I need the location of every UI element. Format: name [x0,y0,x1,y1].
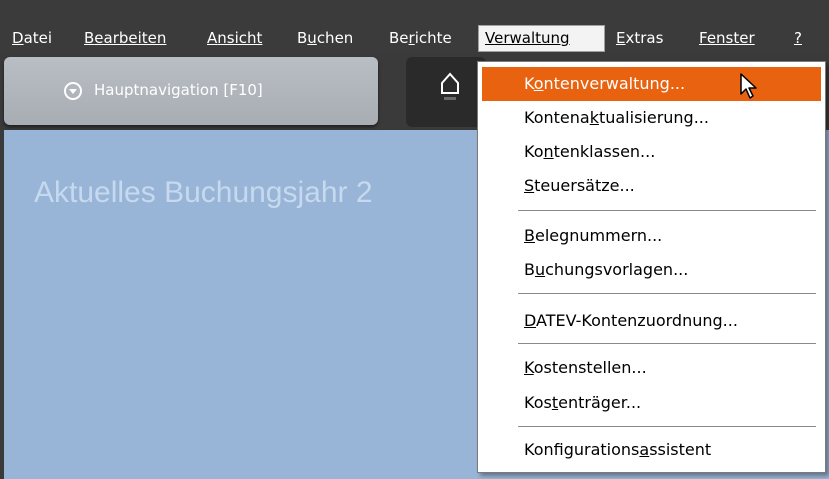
mi-label: teuersätze... [534,176,635,195]
mi-pre: Kontena [524,108,590,127]
mi-label: ATEV-Kontenzuordnung... [536,311,738,330]
menu-extras[interactable]: Extras [610,26,669,50]
menu-bearbeiten-accel: B [84,29,95,47]
menu-datei[interactable]: Datei [6,26,58,50]
menu-item-kostentraeger[interactable]: Kostenträger... [482,386,821,420]
menu-fenster[interactable]: Fenster [693,26,761,50]
menu-verwaltung[interactable]: Verwaltung [478,25,605,52]
mouse-cursor-icon [740,73,757,99]
menu-fenster-label: enster [706,29,755,47]
menu-buchen[interactable]: Buchen [291,26,359,50]
menu-separator [518,343,816,344]
mi-accel: n [543,142,554,161]
menu-berichte[interactable]: Berichte [383,26,458,50]
menu-buchen-accel: u [307,29,317,47]
menu-item-buchungsvorlagen[interactable]: Buchungsvorlagen... [482,253,821,287]
menu-buchen-label: chen [316,29,354,47]
menu-buchen-pre: B [297,29,308,47]
menu-item-belegnummern[interactable]: Belegnummern... [482,219,821,253]
menu-berichte-label: ichte [414,29,452,47]
menu-ansicht[interactable]: Ansicht [201,26,268,50]
mi-accel: a [639,440,650,459]
menu-separator [518,293,816,294]
menu-item-steuersaetze[interactable]: Steuersätze... [482,169,821,203]
mi-label: tualisierung... [598,108,709,127]
menu-datei-accel: D [12,29,24,47]
mi-accel: B [524,226,535,245]
menu-ansicht-accel: A [207,29,218,47]
menu-bar: Datei Bearbeiten Ansicht Buchen Berichte… [0,0,829,52]
mi-accel: o [533,74,544,93]
tab-hauptnavigation[interactable]: Hauptnavigation [F10] [4,57,378,125]
menu-bearbeiten[interactable]: Bearbeiten [78,26,172,50]
mi-label: ssistent [649,440,712,459]
menu-datei-label: atei [23,29,53,47]
mi-label: tenklassen... [553,142,656,161]
menu-bearbeiten-label: earbeiten [94,29,167,47]
mi-pre: Kos [524,393,552,412]
mi-label: ntenverwaltung... [543,74,686,93]
mi-accel: K [524,358,534,377]
mi-pre: B [524,260,535,279]
menu-verwaltung-accel: V [485,29,495,47]
dropdown-verwaltung: Kontenverwaltung... Kontenaktualisierung… [477,61,826,473]
menu-item-kostenstellen[interactable]: Kostenstellen... [482,351,821,385]
menu-berichte-pre: Be [389,29,409,47]
menu-extras-label: xtras [625,29,664,47]
mi-pre: K [524,74,534,93]
page-title: Aktuelles Buchungsjahr 2 [34,176,373,209]
menu-help-accel: ? [794,29,802,47]
mi-label: ostenstellen... [533,358,647,377]
menu-fenster-accel: F [699,29,707,47]
mi-accel: u [534,260,546,279]
mi-accel: S [524,176,535,195]
mi-accel: k [589,108,599,127]
mi-label: elegnummern... [534,226,663,245]
house-icon [441,72,459,100]
chevron-down-circle-icon [64,82,82,100]
menu-help[interactable]: ? [788,26,808,50]
menu-item-konfigurationsassistent[interactable]: Konfigurationsassistent [482,433,821,467]
menu-separator [518,426,816,427]
mi-pre: Ko [524,142,544,161]
menu-item-kontenaktualisierung[interactable]: Kontenaktualisierung... [482,101,821,135]
menu-separator [518,210,816,211]
menu-ansicht-label: nsicht [217,29,263,47]
menu-item-datev-kontenzuordnung[interactable]: DATEV-Kontenzuordnung... [482,304,821,338]
menu-item-kontenverwaltung[interactable]: Kontenverwaltung... [482,67,821,101]
mi-pre: Konfigurations [524,440,640,459]
tab-home[interactable] [406,57,486,127]
mi-accel: D [524,311,537,330]
menu-item-kontenklassen[interactable]: Kontenklassen... [482,135,821,169]
mi-label: enträger... [558,393,642,412]
tab-hauptnavigation-label: Hauptnavigation [F10] [94,81,263,99]
menu-verwaltung-label: erwaltung [494,29,570,47]
mi-label: chungsvorlagen... [545,260,689,279]
